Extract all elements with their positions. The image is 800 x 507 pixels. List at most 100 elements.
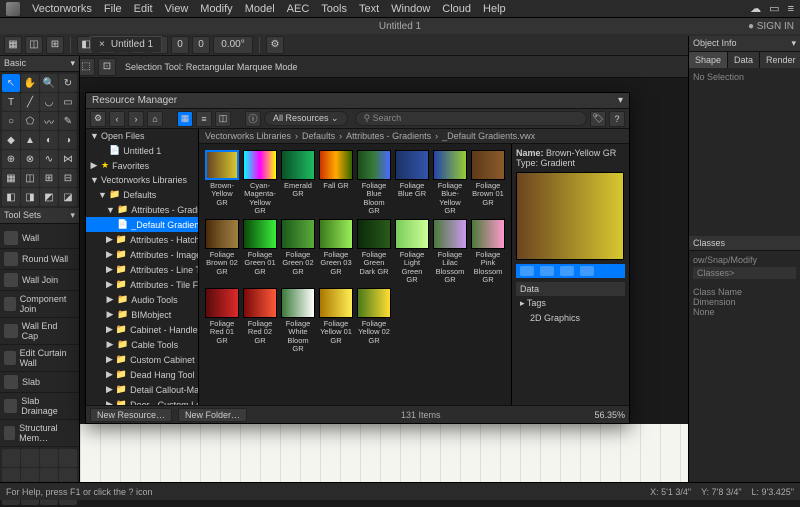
tool-k[interactable]: ⊞ bbox=[40, 169, 58, 187]
gradient-swatch[interactable]: Foliage Blue GR bbox=[395, 150, 429, 215]
mode-btn-2[interactable]: ◫ bbox=[25, 36, 43, 54]
tree-node[interactable]: ▶★Favorites bbox=[86, 158, 198, 173]
rm-info-icon[interactable]: ⓘ bbox=[245, 111, 261, 127]
tool-m[interactable]: ◧ bbox=[2, 188, 20, 206]
gradient-swatch[interactable]: Foliage Lilac Blossom GR bbox=[433, 219, 467, 284]
mode-btn-1[interactable]: ▦ bbox=[4, 36, 22, 54]
rm-help-icon[interactable]: ? bbox=[609, 111, 625, 127]
gradient-swatch[interactable]: Foliage Blue Bloom GR bbox=[357, 150, 391, 215]
menu-cloud[interactable]: Cloud bbox=[442, 3, 471, 15]
bc-3[interactable]: _Default Gradients.vwx bbox=[442, 131, 535, 141]
rm-view-thumb-icon[interactable]: ◫ bbox=[215, 111, 231, 127]
gradient-swatch[interactable]: Foliage Brown 01 GR bbox=[471, 150, 505, 215]
toolset-item[interactable]: Round Wall bbox=[0, 249, 79, 270]
gradient-swatch[interactable]: Foliage Red 01 GR bbox=[205, 288, 239, 353]
tool-a[interactable]: ◆ bbox=[2, 131, 20, 149]
gradient-swatch[interactable]: Foliage Pink Blossom GR bbox=[471, 219, 505, 284]
circle-tool[interactable]: ○ bbox=[2, 112, 20, 130]
rm-header[interactable]: Resource Manager ▾ bbox=[86, 93, 629, 109]
pv-action-4[interactable] bbox=[580, 266, 594, 276]
zoom-level[interactable]: 56.35% bbox=[594, 410, 625, 420]
rm-tag-icon[interactable]: 🏷 bbox=[590, 111, 606, 127]
bt2[interactable] bbox=[21, 449, 39, 467]
tree-node[interactable]: ▶📁Attributes - Tile Fills bbox=[86, 277, 198, 292]
pv-action-1[interactable] bbox=[520, 266, 534, 276]
rm-menu-icon[interactable]: ▾ bbox=[618, 95, 623, 106]
tree-node[interactable]: ▶📁Attributes - Line Typ bbox=[86, 262, 198, 277]
tab-data[interactable]: Data bbox=[728, 52, 760, 68]
pv-data-header[interactable]: Data bbox=[516, 282, 625, 296]
tree-node[interactable]: ▼📁Attributes - Gradients bbox=[86, 202, 198, 217]
tree-node[interactable]: ▶📁BIMobject bbox=[86, 307, 198, 322]
gradient-swatch[interactable]: Foliage Yellow 02 GR bbox=[357, 288, 391, 353]
pan-tool[interactable]: ✋ bbox=[21, 74, 39, 92]
document-tab[interactable]: × Untitled 1 bbox=[90, 36, 162, 52]
toolset-item[interactable]: Wall bbox=[0, 228, 79, 249]
tree-node[interactable]: 📄Untitled 1 bbox=[86, 143, 198, 158]
sel-mode-5[interactable]: ⊡ bbox=[98, 58, 116, 76]
tool-c[interactable]: ◐ bbox=[40, 131, 58, 149]
toolset-item[interactable]: Structural Mem… bbox=[0, 420, 79, 447]
tool-j[interactable]: ◫ bbox=[21, 169, 39, 187]
tree-node[interactable]: ▶📁Attributes - Hatches bbox=[86, 232, 198, 247]
bc-2[interactable]: Attributes - Gradients bbox=[346, 131, 431, 141]
rm-back-icon[interactable]: ‹ bbox=[109, 111, 125, 127]
zoom-tool[interactable]: 🔍 bbox=[40, 74, 58, 92]
toolset-item[interactable]: Slab Drainage bbox=[0, 393, 79, 420]
screen-icon[interactable]: ▭ bbox=[769, 2, 779, 15]
rect-tool[interactable]: ▭ bbox=[59, 93, 77, 111]
gradient-swatch[interactable]: Foliage Yellow 01 GR bbox=[319, 288, 353, 353]
cloud-icon[interactable]: ☁ bbox=[750, 2, 761, 15]
menu-window[interactable]: Window bbox=[391, 3, 430, 15]
tree-node[interactable]: ▶📁Audio Tools bbox=[86, 292, 198, 307]
tool-i[interactable]: ▦ bbox=[2, 169, 20, 187]
tree-node[interactable]: ▶📁Cable Tools bbox=[86, 337, 198, 352]
tool-d[interactable]: ◑ bbox=[59, 131, 77, 149]
tool-h[interactable]: ⋈ bbox=[59, 150, 77, 168]
toolsets-menu-icon[interactable]: ▾ bbox=[70, 210, 75, 221]
rm-view-list-icon[interactable]: ≡ bbox=[196, 111, 212, 127]
tree-node[interactable]: ▶📁Door - Custom Leave bbox=[86, 397, 198, 405]
drawing-canvas[interactable] bbox=[80, 424, 688, 482]
tree-node[interactable]: ▶📁Attributes - Image Fi bbox=[86, 247, 198, 262]
gradient-swatch[interactable]: Foliage Green Dark GR bbox=[357, 219, 391, 284]
gradient-swatch[interactable]: Foliage Green 03 GR bbox=[319, 219, 353, 284]
bt1[interactable] bbox=[2, 449, 20, 467]
menu-aec[interactable]: AEC bbox=[287, 3, 310, 15]
new-folder-button[interactable]: New Folder… bbox=[178, 408, 247, 422]
pv-action-2[interactable] bbox=[540, 266, 554, 276]
flyover-tool[interactable]: ↻ bbox=[59, 74, 77, 92]
selection-tool[interactable]: ↖ bbox=[2, 74, 20, 92]
tool-o[interactable]: ◩ bbox=[40, 188, 58, 206]
tree-node[interactable]: ▼Vectorworks Libraries bbox=[86, 173, 198, 187]
gradient-swatch[interactable]: Cyan-Magenta-Yellow GR bbox=[243, 150, 277, 215]
bt4[interactable] bbox=[59, 449, 77, 467]
tool-l[interactable]: ⊟ bbox=[59, 169, 77, 187]
toolset-item[interactable]: Slab bbox=[0, 372, 79, 393]
line-tool[interactable]: ╱ bbox=[21, 93, 39, 111]
gradient-swatch[interactable]: Foliage Green 02 GR bbox=[281, 219, 315, 284]
tool-b[interactable]: ▲ bbox=[21, 131, 39, 149]
tree-node[interactable]: ▼📁Defaults bbox=[86, 187, 198, 202]
readout-4[interactable]: 0 bbox=[192, 36, 210, 54]
tree-node[interactable]: ▶📁Dead Hang Tool bbox=[86, 367, 198, 382]
new-resource-button[interactable]: New Resource… bbox=[90, 408, 172, 422]
menu-file[interactable]: File bbox=[104, 3, 122, 15]
sign-in-button[interactable]: ● SIGN IN bbox=[748, 21, 794, 32]
close-tab-icon[interactable]: × bbox=[99, 39, 105, 50]
list-icon[interactable]: ≡ bbox=[788, 3, 794, 15]
text-tool[interactable]: T bbox=[2, 93, 20, 111]
polygon-tool[interactable]: ⬠ bbox=[21, 112, 39, 130]
menu-text[interactable]: Text bbox=[359, 3, 379, 15]
bt3[interactable] bbox=[40, 449, 58, 467]
toolset-item[interactable]: Edit Curtain Wall bbox=[0, 345, 79, 372]
toolset-item[interactable]: Component Join bbox=[0, 291, 79, 318]
readout-3[interactable]: 0 bbox=[171, 36, 189, 54]
rm-home-icon[interactable]: ⌂ bbox=[147, 111, 163, 127]
polyline-tool[interactable]: 〰 bbox=[40, 112, 58, 130]
gradient-swatch[interactable]: Foliage Blue-Yellow GR bbox=[433, 150, 467, 215]
arc-tool[interactable]: ◡ bbox=[40, 93, 58, 111]
pv-tags-label[interactable]: Tags bbox=[527, 298, 546, 308]
toolset-item[interactable]: Wall Join bbox=[0, 270, 79, 291]
classes-dropdown[interactable]: Classes> bbox=[693, 267, 796, 279]
